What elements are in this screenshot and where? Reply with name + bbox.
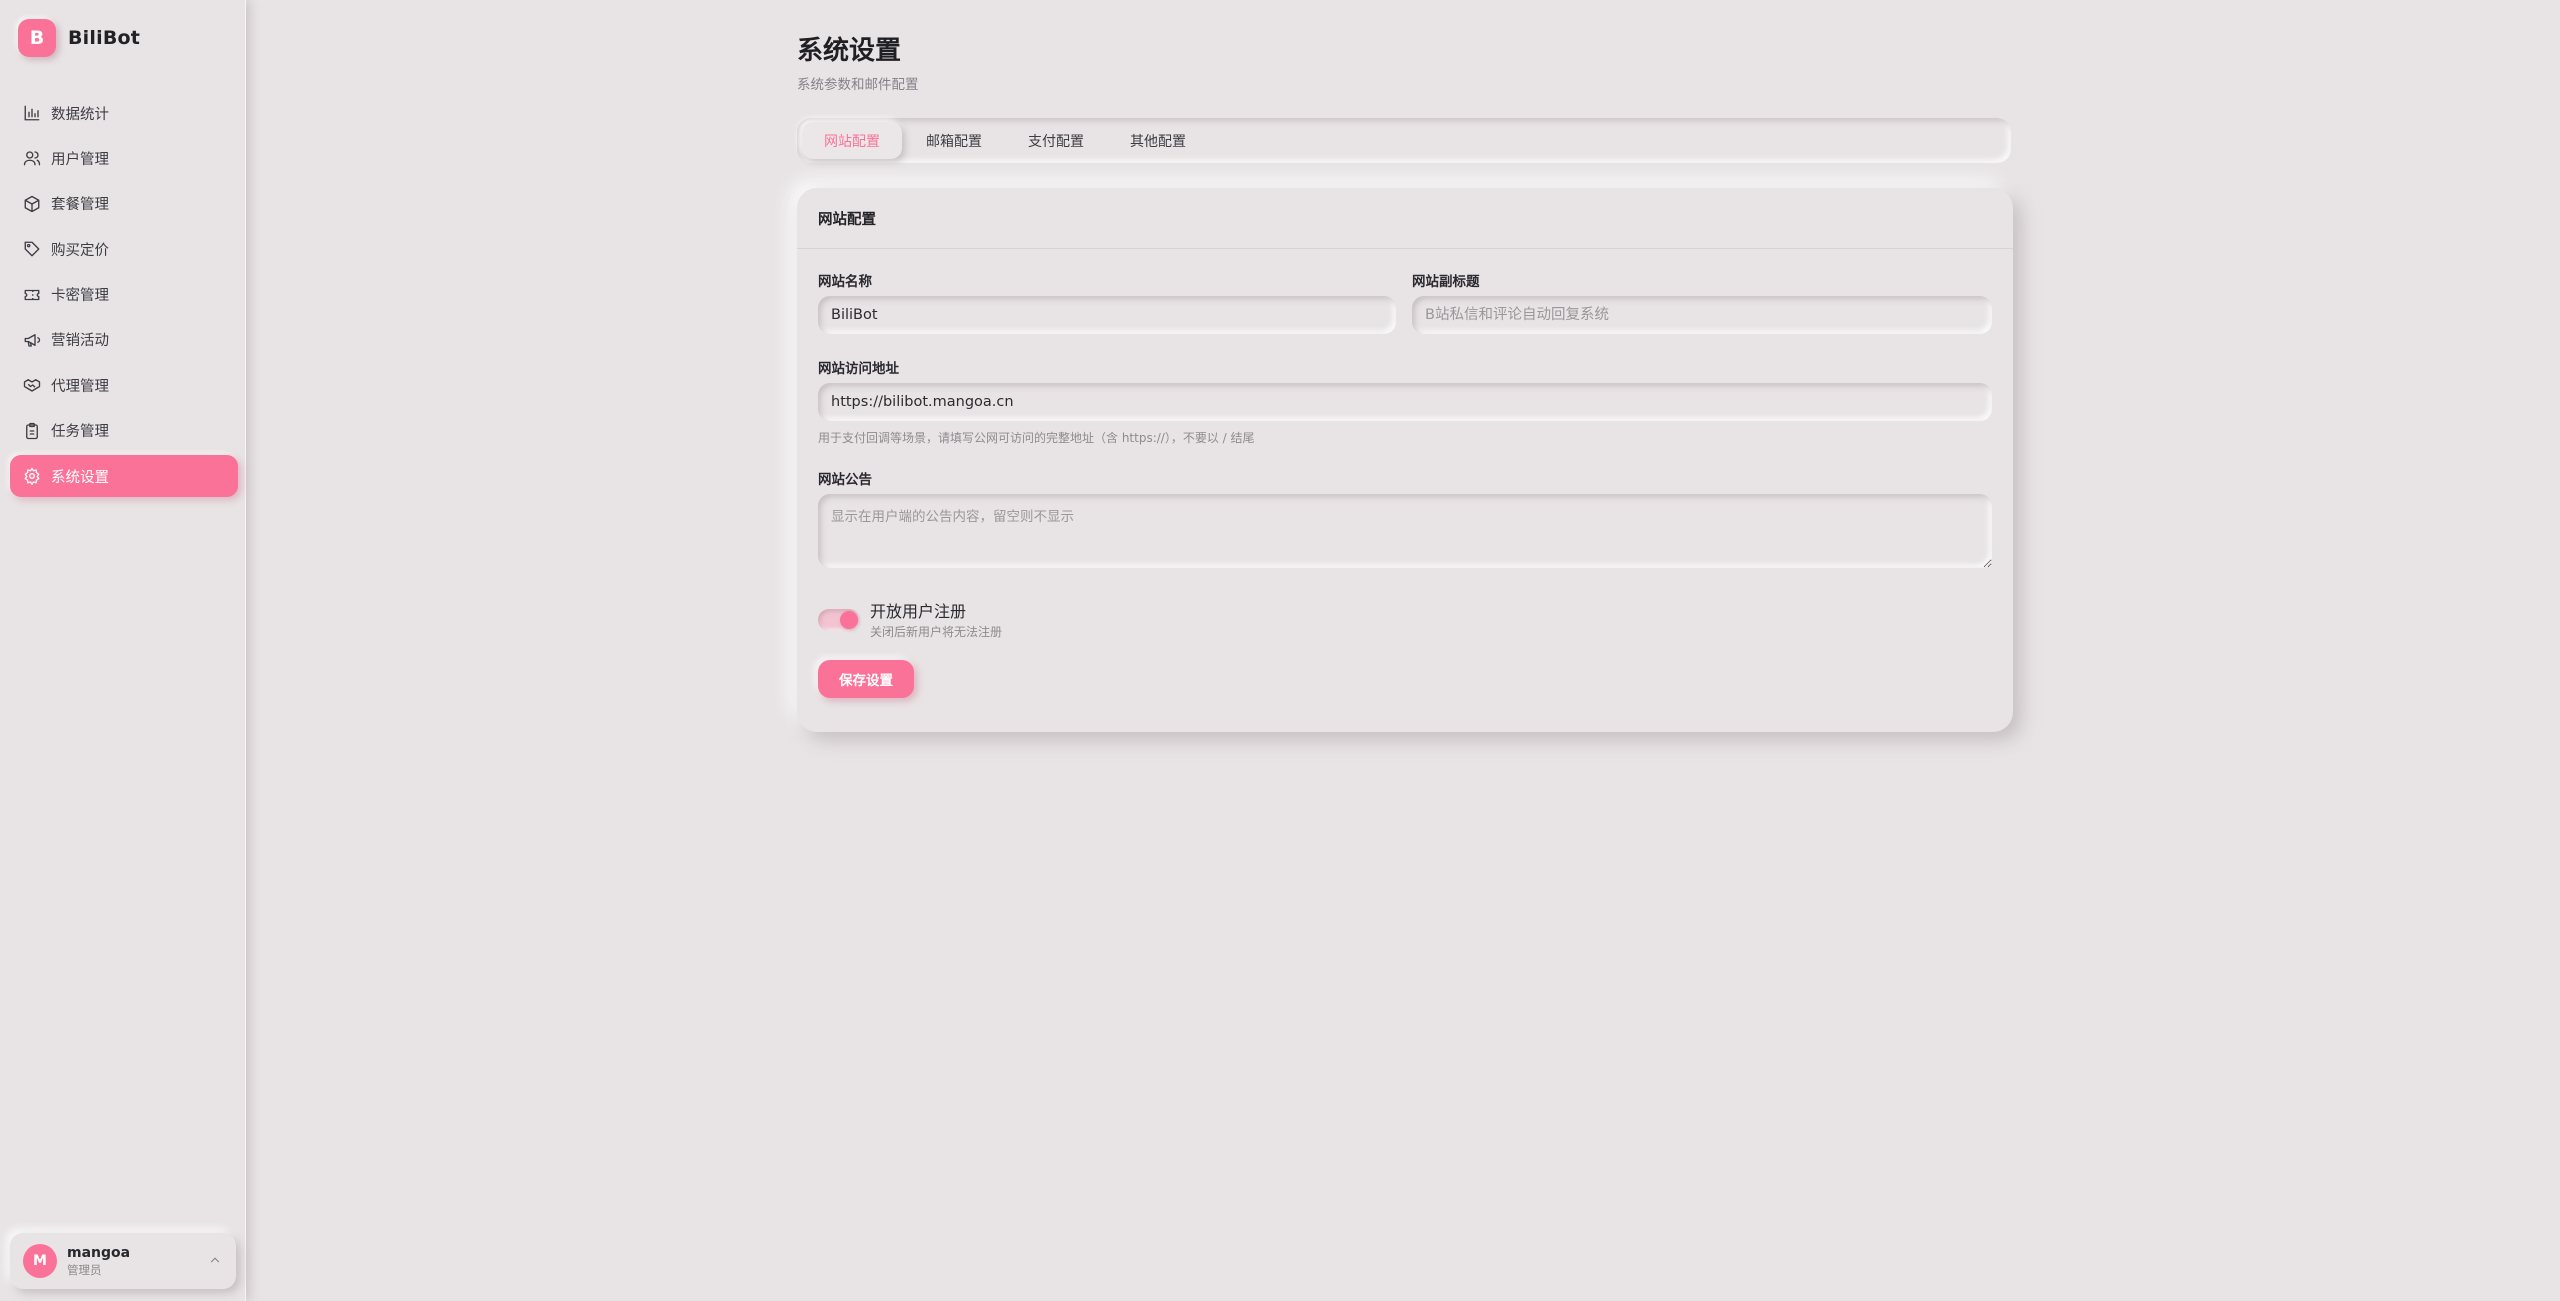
settings-tabs: 网站配置 邮箱配置 支付配置 其他配置 — [797, 118, 2011, 163]
clipboard-icon — [26, 422, 38, 439]
tab-payment-config[interactable]: 支付配置 — [1006, 122, 1106, 159]
sidebar-item-label: 任务管理 — [51, 424, 109, 441]
sidebar-item-label: 购买定价 — [51, 242, 109, 259]
sidebar-item-label: 系统设置 — [51, 469, 109, 486]
tab-other-config[interactable]: 其他配置 — [1108, 122, 1208, 159]
ticket-icon — [24, 289, 40, 300]
tab-site-config[interactable]: 网站配置 — [802, 122, 902, 159]
sidebar: B BiliBot 数据统计 用户管理 套餐管理 购买定价 卡密管理 营销活动 — [0, 0, 246, 1301]
save-settings-button[interactable]: 保存设置 — [818, 660, 914, 698]
sidebar-item-users[interactable]: 用户管理 — [10, 137, 238, 179]
card-title: 网站配置 — [797, 188, 2013, 249]
bar-chart-icon — [24, 105, 40, 121]
registration-title: 开放用户注册 — [870, 602, 967, 621]
sidebar-item-cards[interactable]: 卡密管理 — [10, 274, 238, 316]
sidebar-item-statistics[interactable]: 数据统计 — [10, 92, 238, 134]
sidebar-item-label: 卡密管理 — [51, 288, 109, 305]
tab-email-config[interactable]: 邮箱配置 — [904, 122, 1004, 159]
sidebar-item-settings[interactable]: 系统设置 — [10, 455, 238, 498]
registration-subtitle: 关闭后新用户将无法注册 — [870, 625, 1003, 639]
main-content: 系统设置 系统参数和邮件配置 网站配置 邮箱配置 支付配置 其他配置 网站配置 … — [797, 30, 2013, 732]
sidebar-nav: 数据统计 用户管理 套餐管理 购买定价 卡密管理 营销活动 代理管理 任务管理 — [10, 92, 238, 501]
site-url-hint: 用于支付回调等场景，请填写公网可访问的完整地址（含 https://），不要以 … — [818, 431, 1255, 445]
brand-name: BiliBot — [68, 27, 141, 49]
sidebar-item-label: 用户管理 — [51, 151, 109, 168]
user-info: mangoa 管理员 — [67, 1245, 130, 1277]
page-title: 系统设置 — [797, 36, 902, 66]
sidebar-item-label: 代理管理 — [51, 378, 109, 395]
handshake-icon — [23, 379, 41, 393]
avatar: M — [23, 1244, 57, 1278]
megaphone-icon — [24, 334, 41, 347]
user-name: mangoa — [67, 1245, 131, 1262]
package-icon — [24, 195, 40, 212]
sidebar-item-label: 数据统计 — [51, 106, 109, 123]
brand[interactable]: B BiliBot — [18, 19, 140, 57]
sidebar-item-pricing[interactable]: 购买定价 — [10, 228, 238, 270]
gear-icon — [24, 467, 40, 486]
users-icon — [23, 151, 41, 166]
site-name-input[interactable] — [818, 296, 1396, 334]
sidebar-item-packages[interactable]: 套餐管理 — [10, 183, 238, 225]
brand-logo: B — [18, 19, 56, 57]
site-subtitle-label: 网站副标题 — [1412, 274, 1480, 290]
tag-icon — [24, 241, 40, 257]
user-role: 管理员 — [67, 1262, 102, 1277]
site-subtitle-input[interactable] — [1412, 296, 1992, 334]
sidebar-item-tasks[interactable]: 任务管理 — [10, 410, 238, 452]
toggle-knob — [840, 611, 858, 629]
site-config-card: 网站配置 网站名称 网站副标题 网站访问地址 用于支付回调等场景，请填写公网可访… — [797, 188, 2013, 732]
registration-toggle[interactable] — [818, 609, 860, 631]
site-url-input[interactable] — [818, 383, 1992, 421]
announcement-label: 网站公告 — [818, 472, 872, 488]
sidebar-item-label: 套餐管理 — [51, 197, 109, 214]
chevron-up-icon[interactable] — [208, 1253, 222, 1267]
site-url-label: 网站访问地址 — [818, 361, 899, 377]
announcement-textarea[interactable] — [818, 494, 1992, 568]
page-subtitle: 系统参数和邮件配置 — [797, 77, 919, 93]
user-menu[interactable]: M mangoa 管理员 — [10, 1233, 236, 1289]
sidebar-item-marketing[interactable]: 营销活动 — [10, 319, 238, 361]
site-name-label: 网站名称 — [818, 274, 872, 290]
sidebar-item-label: 营销活动 — [51, 333, 109, 350]
sidebar-item-agents[interactable]: 代理管理 — [10, 364, 238, 406]
